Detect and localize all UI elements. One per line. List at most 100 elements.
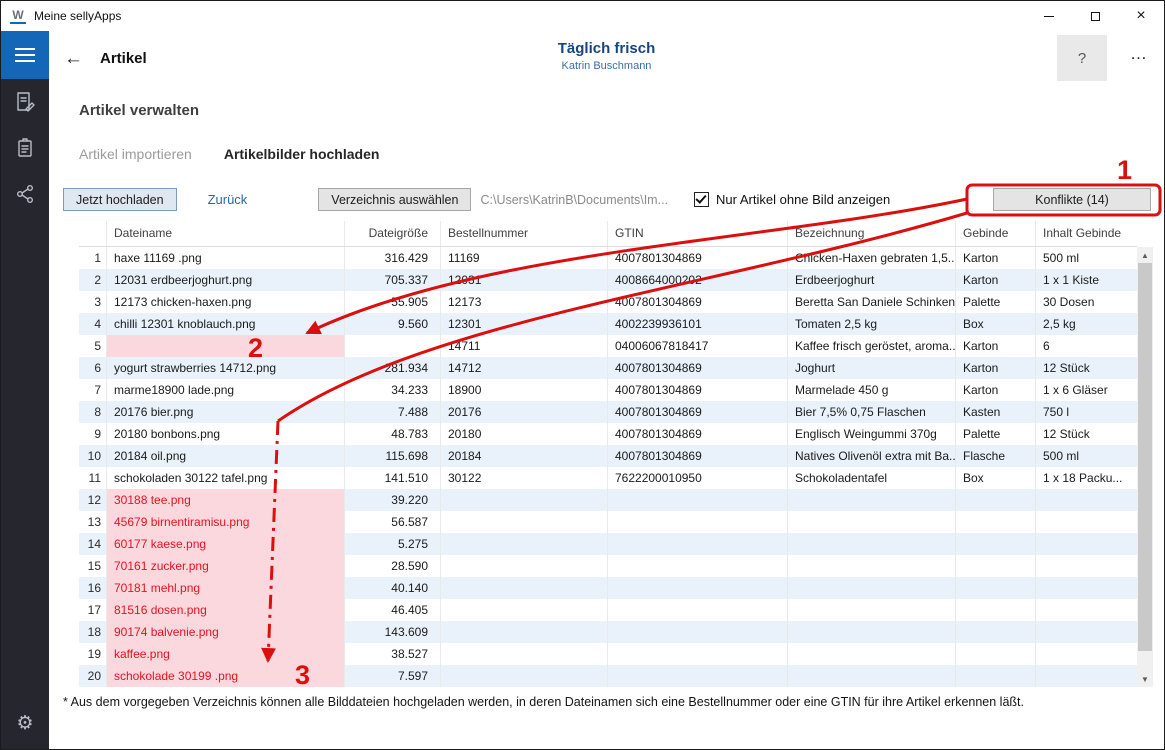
cell-row-number: 13: [79, 511, 107, 533]
cell-row-number: 9: [79, 423, 107, 445]
cell-bestellnummer: 20184: [441, 445, 608, 467]
cell-bestellnummer: [441, 489, 608, 511]
cell-dateiname: 20184 oil.png: [107, 445, 345, 467]
column-header-dateiname[interactable]: Dateiname: [107, 221, 345, 246]
cell-bezeichnung: [788, 621, 956, 643]
cell-dateigroesse: 40.140: [345, 577, 441, 599]
tab-artikel-importieren[interactable]: Artikel importieren: [79, 146, 192, 162]
table-row[interactable]: 1230188 tee.png39.220: [79, 489, 1137, 511]
cell-bestellnummer: [441, 533, 608, 555]
filter-checkbox-label: Nur Artikel ohne Bild anzeigen: [716, 192, 890, 207]
column-header-row-number[interactable]: [79, 221, 107, 246]
table-row[interactable]: 20schokolade 30199 .png7.597: [79, 665, 1137, 687]
cell-row-number: 17: [79, 599, 107, 621]
more-button[interactable]: …: [1130, 44, 1148, 64]
back-link[interactable]: Zurück: [208, 192, 248, 207]
cell-bezeichnung: Englisch Weingummi 370g: [788, 423, 956, 445]
cell-bestellnummer: [441, 665, 608, 687]
table-row[interactable]: 1460177 kaese.png5.275: [79, 533, 1137, 555]
choose-directory-button[interactable]: Verzeichnis auswählen: [318, 188, 471, 211]
cell-dateigroesse: 46.405: [345, 599, 441, 621]
table-row[interactable]: 1890174 balvenie.png143.609: [79, 621, 1137, 643]
sidebar-item-import[interactable]: [1, 79, 49, 125]
maximize-button[interactable]: [1072, 1, 1118, 31]
titlebar[interactable]: W Meine sellyApps ×: [1, 1, 1164, 31]
column-header-gtin[interactable]: GTIN: [608, 221, 788, 246]
cell-dateigroesse: 115.698: [345, 445, 441, 467]
cell-gebinde: Palette: [956, 291, 1036, 313]
cell-gtin: [608, 643, 788, 665]
cell-gebinde: Karton: [956, 379, 1036, 401]
table-row[interactable]: 212031 erdbeerjoghurt.png705.33712031400…: [79, 269, 1137, 291]
cell-inhalt-gebinde: [1036, 533, 1137, 555]
table-row[interactable]: 1570161 zucker.png28.590: [79, 555, 1137, 577]
cell-dateigroesse: 38.527: [345, 643, 441, 665]
cell-gtin: [608, 533, 788, 555]
cell-gebinde: Box: [956, 467, 1036, 489]
table-row[interactable]: 1020184 oil.png115.698201844007801304869…: [79, 445, 1137, 467]
cell-row-number: 6: [79, 357, 107, 379]
filter-checkbox-group[interactable]: Nur Artikel ohne Bild anzeigen: [694, 192, 890, 207]
column-header-bezeichnung[interactable]: Bezeichnung: [788, 221, 956, 246]
cell-inhalt-gebinde: 6: [1036, 335, 1137, 357]
table-row[interactable]: 4chilli 12301 knoblauch.png9.56012301400…: [79, 313, 1137, 335]
filter-checkbox[interactable]: [694, 192, 709, 207]
cell-gebinde: [956, 643, 1036, 665]
table-row[interactable]: 1haxe 11169 .png316.42911169400780130486…: [79, 247, 1137, 269]
cell-bezeichnung: [788, 599, 956, 621]
app-header: ← Artikel Täglich frisch Katrin Buschman…: [49, 31, 1164, 86]
app-window: W Meine sellyApps ×: [0, 0, 1165, 750]
table-row[interactable]: 6yogurt strawberries 14712.png281.934147…: [79, 357, 1137, 379]
sidebar-item-articles[interactable]: [1, 125, 49, 171]
sidebar-item-share[interactable]: [1, 171, 49, 217]
scroll-down-icon[interactable]: ▼: [1137, 671, 1153, 687]
scroll-up-icon[interactable]: ▲: [1137, 247, 1153, 263]
back-button[interactable]: ←: [64, 48, 83, 70]
cell-row-number: 18: [79, 621, 107, 643]
column-header-bestellnummer[interactable]: Bestellnummer: [441, 221, 608, 246]
cell-bezeichnung: Tomaten 2,5 kg: [788, 313, 956, 335]
cell-dateigroesse: 55.905: [345, 291, 441, 313]
menu-button[interactable]: [1, 31, 49, 79]
table-row[interactable]: 312173 chicken-haxen.png55.9051217340078…: [79, 291, 1137, 313]
cell-dateigroesse: 56.587: [345, 511, 441, 533]
column-header-inhalt-gebinde[interactable]: Inhalt Gebinde: [1036, 221, 1137, 246]
cell-bezeichnung: [788, 555, 956, 577]
cell-inhalt-gebinde: 2,5 kg: [1036, 313, 1137, 335]
cell-gtin: [608, 599, 788, 621]
table-row[interactable]: 820176 bier.png7.488201764007801304869Bi…: [79, 401, 1137, 423]
table-scrollbar[interactable]: ▲ ▼: [1137, 247, 1153, 687]
table-row[interactable]: 1781516 dosen.png46.405: [79, 599, 1137, 621]
table-row[interactable]: 51471104006067818417Kaffee frisch geröst…: [79, 335, 1137, 357]
cell-bestellnummer: [441, 511, 608, 533]
cell-gebinde: [956, 599, 1036, 621]
table-row[interactable]: 19kaffee.png38.527: [79, 643, 1137, 665]
close-button[interactable]: ×: [1118, 1, 1164, 31]
cell-gtin: 4007801304869: [608, 357, 788, 379]
table-row[interactable]: 1345679 birnentiramisu.png56.587: [79, 511, 1137, 533]
cell-inhalt-gebinde: 1 x 6 Gläser: [1036, 379, 1137, 401]
cell-bestellnummer: 12031: [441, 269, 608, 291]
scroll-thumb[interactable]: [1138, 263, 1152, 651]
help-button[interactable]: ?: [1057, 35, 1107, 81]
cell-bestellnummer: [441, 577, 608, 599]
cell-inhalt-gebinde: 12 Stück: [1036, 423, 1137, 445]
table-row[interactable]: 7marme18900 lade.png34.23318900400780130…: [79, 379, 1137, 401]
settings-icon[interactable]: ⚙: [1, 705, 49, 741]
window-title: Meine sellyApps: [34, 9, 121, 23]
table-row[interactable]: 11schokoladen 30122 tafel.png141.5103012…: [79, 467, 1137, 489]
tab-artikelbilder-hochladen[interactable]: Artikelbilder hochladen: [224, 146, 380, 162]
conflicts-button[interactable]: Konflikte (14): [993, 188, 1151, 211]
cell-bezeichnung: [788, 489, 956, 511]
column-header-dateigroesse[interactable]: Dateigröße: [345, 221, 441, 246]
cell-dateigroesse: 281.934: [345, 357, 441, 379]
table-row[interactable]: 920180 bonbons.png48.7832018040078013048…: [79, 423, 1137, 445]
column-header-gebinde[interactable]: Gebinde: [956, 221, 1036, 246]
account-info[interactable]: Täglich frisch Katrin Buschmann: [558, 40, 656, 72]
cell-bestellnummer: 20176: [441, 401, 608, 423]
upload-now-button[interactable]: Jetzt hochladen: [63, 188, 177, 211]
cell-gebinde: Karton: [956, 357, 1036, 379]
cell-row-number: 5: [79, 335, 107, 357]
minimize-button[interactable]: [1026, 1, 1072, 31]
table-row[interactable]: 1670181 mehl.png40.140: [79, 577, 1137, 599]
